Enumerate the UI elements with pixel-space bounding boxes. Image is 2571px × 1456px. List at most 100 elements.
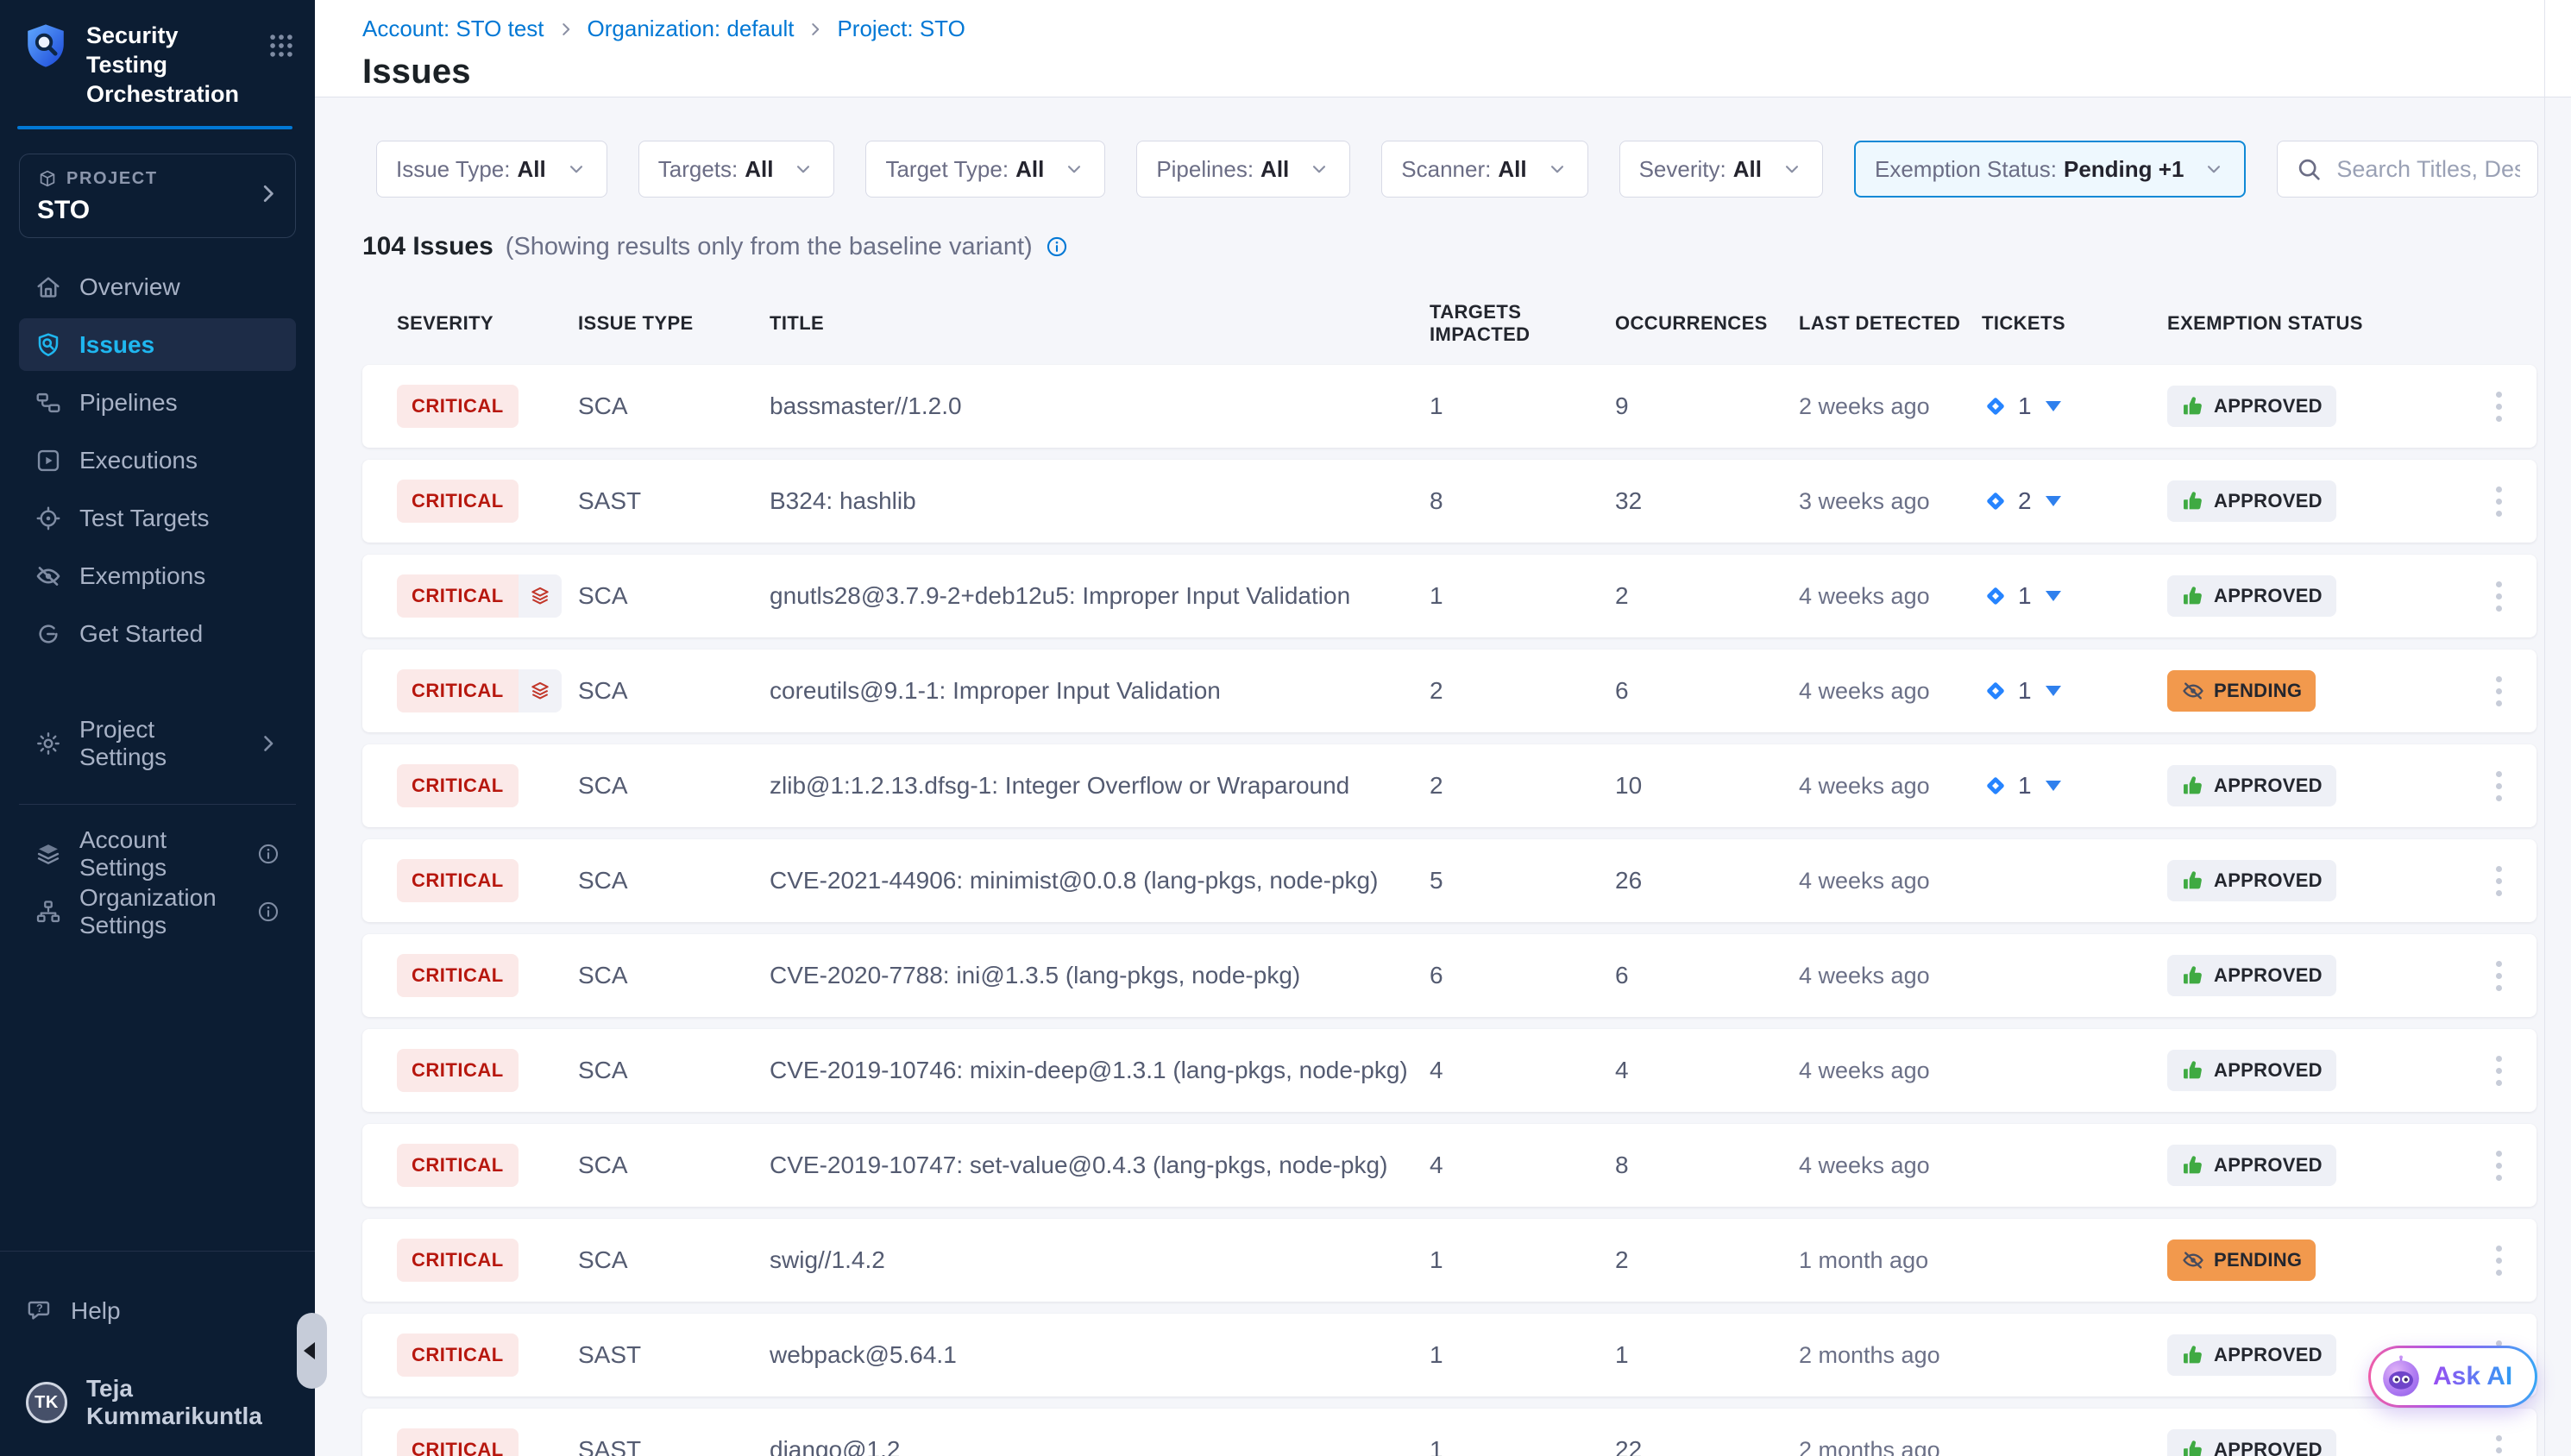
filter-pipelines[interactable]: Pipelines:All xyxy=(1136,141,1350,198)
jira-ticket-icon[interactable] xyxy=(1982,487,2009,515)
severity-cell: CRITICAL xyxy=(397,574,578,618)
project-selector[interactable]: PROJECT STO xyxy=(19,154,296,238)
sidebar-collapse-handle[interactable] xyxy=(297,1313,327,1389)
jira-ticket-icon[interactable] xyxy=(1982,772,2009,800)
row-menu-kebab-icon[interactable] xyxy=(2487,1240,2511,1281)
table-row[interactable]: CRITICALSCAswig//1.4.2121 month agoPENDI… xyxy=(362,1219,2536,1302)
exemption-status-badge[interactable]: APPROVED xyxy=(2167,386,2336,427)
issue-type: SCA xyxy=(578,962,770,989)
info-icon[interactable] xyxy=(256,842,280,866)
app-switcher-grid-icon[interactable] xyxy=(267,31,296,65)
row-menu-kebab-icon[interactable] xyxy=(2487,956,2511,996)
table-row[interactable]: CRITICALSCAzlib@1:1.2.13.dfsg-1: Integer… xyxy=(362,744,2536,827)
issues-count: 104 Issues xyxy=(362,232,493,261)
row-menu-kebab-icon[interactable] xyxy=(2487,766,2511,806)
jira-ticket-icon[interactable] xyxy=(1982,582,2009,610)
exemption-status-badge[interactable]: APPROVED xyxy=(2167,575,2336,617)
severity-cell: CRITICAL xyxy=(397,480,578,523)
breadcrumb-link[interactable]: Organization: default xyxy=(588,16,795,42)
exemption-status-badge[interactable]: PENDING xyxy=(2167,1239,2316,1281)
user-menu[interactable]: TK Teja Kummarikuntla xyxy=(19,1375,296,1430)
exemption-status-label: APPROVED xyxy=(2214,1154,2323,1177)
table-row[interactable]: CRITICALSASTwebpack@5.64.1112 months ago… xyxy=(362,1314,2536,1396)
row-menu-kebab-icon[interactable] xyxy=(2487,671,2511,712)
page-title: Issues xyxy=(362,53,2571,91)
caret-down-icon[interactable] xyxy=(2046,591,2061,601)
row-menu-kebab-icon[interactable] xyxy=(2487,576,2511,617)
sidebar-item-test-targets[interactable]: Test Targets xyxy=(19,492,296,544)
row-menu-kebab-icon[interactable] xyxy=(2487,481,2511,522)
breadcrumb-link[interactable]: Project: STO xyxy=(837,16,965,42)
exemption-status-badge[interactable]: APPROVED xyxy=(2167,860,2336,901)
filter-exemption-status[interactable]: Exemption Status:Pending +1 xyxy=(1854,141,2246,198)
last-detected: 4 weeks ago xyxy=(1799,583,1982,610)
table-row[interactable]: CRITICALSCAcoreutils@9.1-1: Improper Inp… xyxy=(362,650,2536,732)
sidebar-item-project-settings[interactable]: Project Settings xyxy=(19,717,296,769)
jira-ticket-icon[interactable] xyxy=(1982,677,2009,705)
exemption-status-badge[interactable]: APPROVED xyxy=(2167,1429,2336,1456)
table-row[interactable]: CRITICALSASTdjango@1.21222 months agoAPP… xyxy=(362,1409,2536,1456)
sidebar-item-overview[interactable]: Overview xyxy=(19,260,296,313)
filter-scanner[interactable]: Scanner:All xyxy=(1381,141,1587,198)
issue-type: SCA xyxy=(578,772,770,800)
sidebar-item-label: Pipelines xyxy=(79,389,178,417)
sidebar-item-executions[interactable]: Executions xyxy=(19,434,296,486)
org-chart-gear-icon xyxy=(35,898,62,926)
table-row[interactable]: CRITICALSCACVE-2019-10747: set-value@0.4… xyxy=(362,1124,2536,1207)
row-menu-cell xyxy=(2487,1430,2511,1456)
sidebar-item-account-settings[interactable]: Account Settings xyxy=(19,827,296,880)
exemption-status-badge[interactable]: APPROVED xyxy=(2167,955,2336,996)
main-content: Account: STO test Organization: default Pr… xyxy=(315,0,2571,1456)
cube-icon xyxy=(37,168,58,189)
table-row[interactable]: CRITICALSCACVE-2019-10746: mixin-deep@1.… xyxy=(362,1029,2536,1112)
caret-down-icon[interactable] xyxy=(2046,496,2061,506)
row-menu-kebab-icon[interactable] xyxy=(2487,1051,2511,1091)
sidebar-item-get-started[interactable]: Get Started xyxy=(19,607,296,660)
info-icon[interactable] xyxy=(256,900,280,924)
last-detected: 4 weeks ago xyxy=(1799,773,1982,800)
table-row[interactable]: CRITICALSCAgnutls28@3.7.9-2+deb12u5: Imp… xyxy=(362,555,2536,637)
search-input[interactable] xyxy=(2336,156,2520,183)
row-menu-kebab-icon[interactable] xyxy=(2487,861,2511,901)
table-row[interactable]: CRITICALSCACVE-2020-7788: ini@1.3.5 (lan… xyxy=(362,934,2536,1017)
sidebar-item-pipelines[interactable]: Pipelines xyxy=(19,376,296,429)
caret-down-icon[interactable] xyxy=(2046,781,2061,791)
thumbs-up-icon xyxy=(2181,1153,2205,1177)
chevron-right-icon xyxy=(806,20,825,39)
sidebar-item-exemptions[interactable]: Exemptions xyxy=(19,549,296,602)
exemption-status-badge[interactable]: APPROVED xyxy=(2167,765,2336,806)
filter-target-type[interactable]: Target Type:All xyxy=(865,141,1105,198)
sidebar-item-help[interactable]: ? Help xyxy=(19,1284,296,1337)
breadcrumb-link[interactable]: Account: STO test xyxy=(362,16,544,42)
home-icon xyxy=(35,273,62,301)
sidebar-item-issues[interactable]: Issues xyxy=(19,318,296,371)
row-menu-cell xyxy=(2487,1051,2511,1091)
occurrences: 2 xyxy=(1615,582,1799,610)
ask-ai-button[interactable]: Ask AI xyxy=(2368,1346,2537,1408)
exemption-status-badge[interactable]: APPROVED xyxy=(2167,1145,2336,1186)
tickets-cell: 1 xyxy=(1982,582,2167,610)
row-menu-kebab-icon[interactable] xyxy=(2487,386,2511,427)
sidebar-item-organization-settings[interactable]: Organization Settings xyxy=(19,885,296,938)
filter-severity[interactable]: Severity:All xyxy=(1619,141,1823,198)
issue-type: SCA xyxy=(578,392,770,420)
caret-down-icon[interactable] xyxy=(2046,401,2061,411)
exemption-status-badge[interactable]: APPROVED xyxy=(2167,480,2336,522)
exemption-status-badge[interactable]: PENDING xyxy=(2167,670,2316,712)
row-menu-kebab-icon[interactable] xyxy=(2487,1145,2511,1186)
exemption-status-badge[interactable]: APPROVED xyxy=(2167,1334,2336,1376)
filter-issue-type[interactable]: Issue Type:All xyxy=(376,141,607,198)
exemption-status-badge[interactable]: APPROVED xyxy=(2167,1050,2336,1091)
filter-targets[interactable]: Targets:All xyxy=(638,141,835,198)
column-header-3: TARGETS IMPACTED xyxy=(1430,301,1615,346)
jira-ticket-icon[interactable] xyxy=(1982,392,2009,420)
severity-badge: CRITICAL xyxy=(397,480,519,523)
table-row[interactable]: CRITICALSCACVE-2021-44906: minimist@0.0.… xyxy=(362,839,2536,922)
table-row[interactable]: CRITICALSCAbassmaster//1.2.0192 weeks ag… xyxy=(362,365,2536,448)
info-icon[interactable] xyxy=(1045,235,1069,259)
caret-down-icon[interactable] xyxy=(2046,686,2061,696)
occurrences: 2 xyxy=(1615,1246,1799,1274)
row-menu-kebab-icon[interactable] xyxy=(2487,1430,2511,1456)
table-row[interactable]: CRITICALSASTB324: hashlib8323 weeks ago2… xyxy=(362,460,2536,543)
chevron-down-icon xyxy=(1781,158,1803,180)
